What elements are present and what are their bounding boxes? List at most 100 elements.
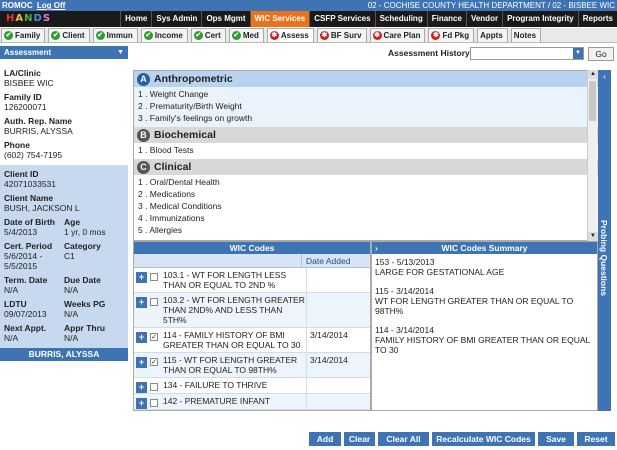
tab-bf-surv[interactable]: ✱ BF Surv bbox=[316, 28, 367, 42]
tab-label: Immun bbox=[106, 31, 133, 40]
tab-notes[interactable]: Notes bbox=[510, 28, 542, 42]
tab-immun[interactable]: ✔ Immun bbox=[92, 28, 138, 42]
assessment-header[interactable]: Assessment ▼ bbox=[0, 46, 128, 59]
category-biochemical[interactable]: B Biochemical 1 . Blood Tests bbox=[134, 127, 598, 159]
wic-code-row[interactable]: + ✓ 114 - FAMILY HISTORY OF BMI GREATER TH… bbox=[134, 328, 370, 353]
chevron-left-icon[interactable]: ‹ bbox=[598, 72, 611, 82]
scroll-thumb[interactable] bbox=[589, 81, 596, 121]
code-checkbox[interactable] bbox=[150, 298, 158, 306]
category-item[interactable]: 1 . Blood Tests bbox=[138, 144, 598, 156]
category-letter-icon: A bbox=[137, 72, 150, 86]
category-header[interactable]: A Anthropometric bbox=[134, 71, 598, 87]
logo-letter: D bbox=[33, 13, 43, 24]
wic-code-date bbox=[306, 378, 370, 393]
wic-code-row[interactable]: +103.1 - WT FOR LENGTH LESS THAN OR EQUA… bbox=[134, 268, 370, 293]
tab-label: Fd Pkg bbox=[442, 31, 470, 40]
tab-cert[interactable]: ✔ Cert bbox=[190, 28, 226, 42]
required-icon: ✱ bbox=[269, 31, 279, 40]
code-checkbox[interactable]: ✓ bbox=[150, 333, 158, 341]
tab-label: Assess bbox=[280, 31, 309, 40]
nav-csfp-services[interactable]: CSFP Services bbox=[309, 11, 374, 27]
tab-client[interactable]: ✔ Client bbox=[48, 28, 90, 42]
category-item[interactable]: 3 . Family's feelings on growth bbox=[138, 112, 598, 124]
wic-code-date bbox=[306, 268, 370, 292]
add-code-icon[interactable]: + bbox=[136, 357, 147, 368]
assessment-history-select[interactable]: ▼ bbox=[470, 47, 584, 60]
tab-fd-pkg[interactable]: ✱ Fd Pkg bbox=[428, 28, 475, 42]
go-button[interactable]: Go bbox=[588, 47, 614, 61]
hands-logo: HANDS bbox=[6, 11, 51, 27]
tab-label: Income bbox=[154, 31, 183, 40]
auth-rep-value: BURRIS, ALYSSA bbox=[4, 126, 73, 136]
tab-income[interactable]: ✔ Income bbox=[140, 28, 188, 42]
add-code-icon[interactable]: + bbox=[136, 398, 147, 409]
summary-entry-head: 114 - 3/14/2014 bbox=[375, 325, 434, 335]
category-item[interactable]: 4 . Immunizations bbox=[138, 212, 598, 224]
category-item[interactable]: 1 . Weight Change bbox=[138, 88, 598, 100]
code-checkbox[interactable] bbox=[150, 383, 158, 391]
category-items: 1 . Oral/Dental Health 2 . Medications 3 .… bbox=[134, 175, 598, 239]
nav-reports[interactable]: Reports bbox=[577, 11, 617, 27]
category-item[interactable]: 5 . Allergies bbox=[138, 224, 598, 236]
scroll-up-icon[interactable]: ▲ bbox=[588, 70, 598, 79]
recalculate-wic-codes-button[interactable]: Recalculate WIC Codes bbox=[432, 432, 535, 446]
nav-program-integrity[interactable]: Program Integrity bbox=[502, 11, 578, 27]
code-checkbox[interactable]: ✓ bbox=[150, 358, 158, 366]
scroll-down-icon[interactable]: ▼ bbox=[588, 232, 598, 241]
phone-value: (602) 754-7195 bbox=[4, 150, 63, 160]
category-value: C1 bbox=[64, 251, 75, 261]
category-header[interactable]: B Biochemical bbox=[134, 127, 598, 143]
category-item[interactable]: 1 . Oral/Dental Health bbox=[138, 176, 598, 188]
save-button[interactable]: Save bbox=[538, 432, 574, 446]
probing-questions-tab[interactable]: ‹ Probing Questions bbox=[598, 70, 611, 411]
auth-rep-footer[interactable]: BURRIS, ALYSSA bbox=[0, 348, 128, 361]
logoff-link[interactable]: Log Off bbox=[37, 1, 65, 10]
wic-code-row[interactable]: +134 - FAILURE TO THRIVE bbox=[134, 378, 370, 394]
nav-wic-services[interactable]: WIC Services bbox=[249, 11, 310, 27]
category-item[interactable]: 2 . Prematurity/Birth Weight bbox=[138, 100, 598, 112]
clear-all-button[interactable]: Clear All bbox=[378, 432, 429, 446]
wic-code-text: 114 - FAMILY HISTORY OF BMI GREATER THAN… bbox=[163, 330, 301, 350]
reset-button[interactable]: Reset bbox=[577, 432, 615, 446]
category-header[interactable]: C Clinical bbox=[134, 159, 598, 175]
chevron-down-icon[interactable]: ▼ bbox=[573, 48, 583, 59]
tab-family[interactable]: ✔ Family bbox=[1, 28, 46, 42]
nav-scheduling[interactable]: Scheduling bbox=[374, 11, 427, 27]
tab-appts[interactable]: Appts bbox=[477, 28, 508, 42]
nav-sys-admin[interactable]: Sys Admin bbox=[151, 11, 201, 27]
nav-ops-mgmt[interactable]: Ops Mgmt bbox=[201, 11, 249, 27]
add-code-icon[interactable]: + bbox=[136, 332, 147, 343]
category-title: Clinical bbox=[154, 161, 192, 173]
category-anthropometric[interactable]: A Anthropometric 1 . Weight Change 2 . Prem… bbox=[134, 71, 598, 127]
summary-entry: 153 - 5/13/2013 LARGE FOR GESTATIONAL AGE bbox=[375, 257, 594, 277]
tab-care-plan[interactable]: ✱ Care Plan bbox=[369, 28, 426, 42]
category-clinical[interactable]: C Clinical 1 . Oral/Dental Health 2 . Medic… bbox=[134, 159, 598, 239]
code-checkbox[interactable] bbox=[150, 273, 158, 281]
tab-assess[interactable]: ✱ Assess bbox=[266, 28, 314, 42]
tab-label: BF Surv bbox=[330, 31, 362, 40]
category-item[interactable]: 2 . Medications bbox=[138, 188, 598, 200]
nav-vendor[interactable]: Vendor bbox=[465, 11, 502, 27]
nav-finance[interactable]: Finance bbox=[426, 11, 466, 27]
clear-button[interactable]: Clear bbox=[344, 432, 375, 446]
add-code-icon[interactable]: + bbox=[136, 297, 147, 308]
tab-med[interactable]: ✔ Med bbox=[228, 28, 264, 42]
code-checkbox[interactable] bbox=[150, 399, 158, 407]
wic-code-text: 115 - WT FOR LENGTH GREATER THAN OR EQUA… bbox=[163, 355, 298, 375]
term-date-label: Term. Date bbox=[4, 275, 48, 285]
nav-home[interactable]: Home bbox=[120, 11, 151, 27]
add-button[interactable]: Add bbox=[309, 432, 341, 446]
category-item[interactable]: 3 . Medical Conditions bbox=[138, 200, 598, 212]
add-code-icon[interactable]: + bbox=[136, 382, 147, 393]
categories-scrollbar[interactable]: ▲ ▼ bbox=[587, 70, 598, 241]
client-name-label: Client Name bbox=[4, 193, 54, 203]
wic-code-row[interactable]: +103.2 - WT FOR LENGTH GREATER THAN 2ND%… bbox=[134, 293, 370, 328]
auth-rep-label: Auth. Rep. Name bbox=[4, 116, 73, 126]
logo-letter: A bbox=[15, 13, 25, 24]
client-id-value: 42071033531 bbox=[4, 179, 57, 189]
date-added-header[interactable]: Date Added bbox=[301, 254, 370, 267]
add-code-icon[interactable]: + bbox=[136, 272, 147, 283]
wic-code-row[interactable]: +142 - PREMATURE INFANT bbox=[134, 394, 370, 410]
wic-code-row[interactable]: + ✓ 115 - WT FOR LENGTH GREATER THAN OR EQ… bbox=[134, 353, 370, 378]
logo-letter: H bbox=[6, 13, 16, 24]
